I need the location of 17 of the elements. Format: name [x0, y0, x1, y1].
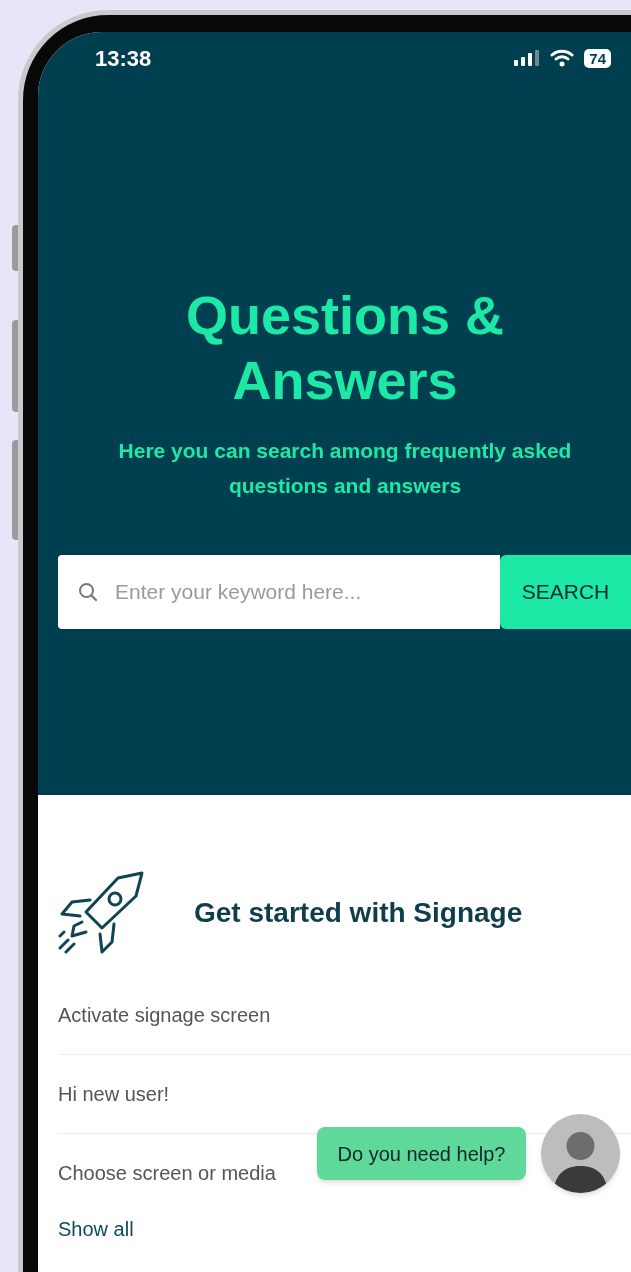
- search-field[interactable]: Enter your keyword here...: [115, 555, 475, 629]
- section-title: Get started with Signage: [194, 896, 523, 930]
- search-button[interactable]: SEARCH: [500, 555, 631, 629]
- rocket-icon: [58, 870, 146, 956]
- faq-item[interactable]: Activate signage screen: [58, 1000, 271, 1030]
- search-icon: [78, 582, 98, 602]
- page-subtitle: Here you can search among frequently asked questions and answers: [117, 438, 573, 499]
- search-box[interactable]: Enter your keyword here...: [58, 555, 500, 629]
- faq-item[interactable]: Choose screen or media: [58, 1158, 276, 1188]
- wifi-icon: [550, 49, 575, 67]
- status-time: 13:38: [95, 44, 152, 73]
- faq-item[interactable]: Hi new user!: [58, 1079, 170, 1109]
- show-all-link[interactable]: Show all: [58, 1212, 134, 1246]
- battery-level: 74: [584, 48, 611, 68]
- chat-bubble[interactable]: Do you need help?: [317, 1127, 526, 1180]
- page-title: Questions & Answers: [184, 284, 505, 412]
- signal-icon: [514, 50, 541, 66]
